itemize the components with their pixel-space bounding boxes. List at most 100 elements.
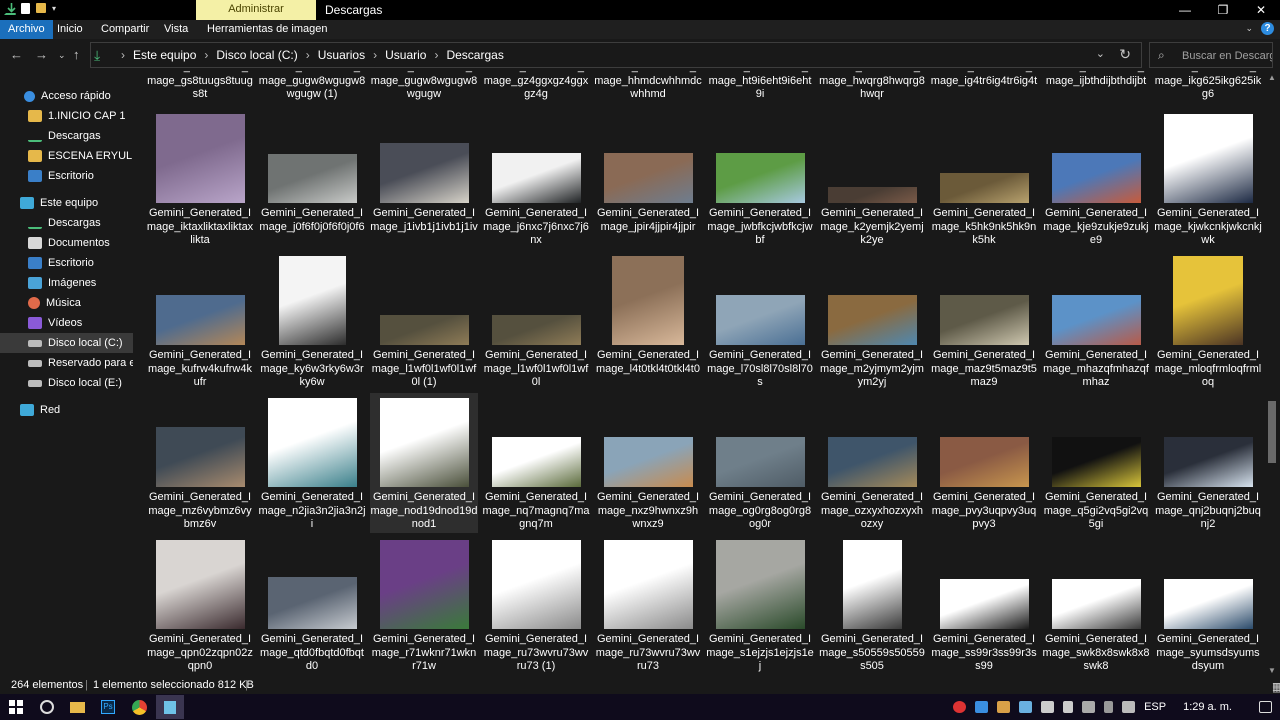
- sidebar-item-disco-c[interactable]: Disco local (C:): [0, 333, 133, 353]
- file-item[interactable]: Gemini_Generated_Image_swk8x8swk8x8swk8: [1042, 535, 1150, 675]
- file-item[interactable]: Gemini_Generated_Image_ss99r3ss99r3ss99: [930, 535, 1038, 675]
- photoshop-icon[interactable]: Ps: [94, 695, 122, 719]
- file-item[interactable]: Gemini_Generated_Image_j6nxc7j6nxc7j6nx: [482, 109, 590, 249]
- tray-cloud-icon[interactable]: [997, 701, 1011, 713]
- search-box[interactable]: ⌕ Buscar en Descarg...: [1149, 42, 1273, 68]
- file-item[interactable]: Gemini_Generated_Image_mhazqfmhazqfmhaz: [1042, 251, 1150, 391]
- chrome-icon[interactable]: [125, 695, 153, 719]
- file-item[interactable]: Gemini_Generated_Image_maz9t5maz9t5maz9: [930, 251, 1038, 391]
- file-item[interactable]: Gemini_Generated_Image_nq7magnq7magnq7m: [482, 393, 590, 533]
- file-item[interactable]: Gemini_Generated_Image_k2yemjk2yemjk2ye: [818, 109, 926, 249]
- tab-inicio[interactable]: Inicio: [49, 20, 91, 39]
- file-item-selected[interactable]: Gemini_Generated_Image_nod19dnod19dnod1: [370, 393, 478, 533]
- download-icon[interactable]: [4, 3, 16, 15]
- file-item[interactable]: Gemini_Generated_Image_jpir4jjpir4jjpir: [594, 109, 702, 249]
- file-item[interactable]: Gemini_Generated_Image_kufrw4kufrw4kufr: [146, 251, 254, 391]
- file-item[interactable]: Gemini_Generated_Image_r71wknr71wknr71w: [370, 535, 478, 675]
- file-item[interactable]: Gemini_Generated_Image_pvy3uqpvy3uqpvy3: [930, 393, 1038, 533]
- file-item[interactable]: Gemini_Generated_Image_qnj2buqnj2buqnj2: [1154, 393, 1262, 533]
- sidebar-item-videos[interactable]: Vídeos: [28, 313, 82, 333]
- sidebar-item-escritorio[interactable]: Escritorio: [28, 253, 94, 273]
- file-item[interactable]: Gemini_Generated_Image_hwqrg8hwqrg8hwqr: [818, 71, 926, 101]
- file-item[interactable]: Gemini_Generated_Image_ru73wvru73wvru73: [594, 535, 702, 675]
- file-item[interactable]: Gemini_Generated_Image_s1ejzjs1ejzjs1ej: [706, 535, 814, 675]
- tray-chevron-icon[interactable]: [1104, 701, 1114, 713]
- file-item[interactable]: Gemini_Generated_Image_ikg625ikg625ikg6: [1154, 71, 1262, 101]
- large-icons-view-icon[interactable]: ▦: [1272, 681, 1280, 694]
- tab-archivo[interactable]: Archivo: [0, 20, 53, 39]
- sidebar-item-imagenes[interactable]: Imágenes: [28, 273, 96, 293]
- sidebar-acceso-rapido[interactable]: Acceso rápido: [0, 86, 133, 106]
- tray-security-icon[interactable]: [1019, 701, 1033, 713]
- file-item[interactable]: Gemini_Generated_Image_hhmdcwhhmdcwhhmd: [594, 71, 702, 101]
- recent-locations-icon[interactable]: ⌄: [58, 50, 66, 61]
- clock[interactable]: 1:29 a. m.: [1183, 701, 1232, 713]
- breadcrumb-usuarios[interactable]: Usuarios: [318, 48, 365, 62]
- active-window-icon[interactable]: [156, 695, 184, 719]
- address-dropdown-icon[interactable]: ⌄: [1096, 47, 1105, 60]
- file-item[interactable]: Gemini_Generated_Image_m2yjmym2yjmym2yj: [818, 251, 926, 391]
- file-item[interactable]: Gemini_Generated_Image_nxz9hwnxz9hwnxz9: [594, 393, 702, 533]
- sidebar-item-escritorio-quick[interactable]: Escritorio: [28, 166, 94, 186]
- scrollbar-thumb[interactable]: [1268, 401, 1276, 463]
- sidebar-item-disco-e[interactable]: Disco local (E:): [28, 373, 122, 393]
- file-item[interactable]: Gemini_Generated_Image_s50559s50559s505: [818, 535, 926, 675]
- file-item[interactable]: Gemini_Generated_Image_q5gi2vq5gi2vq5gi: [1042, 393, 1150, 533]
- file-item[interactable]: Gemini_Generated_Image_ky6w3rky6w3rky6w: [258, 251, 366, 391]
- sidebar-item-descargas[interactable]: Descargas: [28, 213, 101, 233]
- file-item[interactable]: Gemini_Generated_Image_jwbfkcjwbfkcjwbf: [706, 109, 814, 249]
- close-button[interactable]: ✕: [1242, 0, 1280, 20]
- file-item[interactable]: Gemini_Generated_Image_j0f6f0j0f6f0j0f6: [258, 109, 366, 249]
- file-item[interactable]: Gemini_Generated_Image_j1ivb1j1ivb1j1iv: [370, 109, 478, 249]
- input-language[interactable]: ESP: [1144, 701, 1166, 713]
- task-view-icon[interactable]: [33, 695, 61, 719]
- sidebar-item-documentos[interactable]: Documentos: [28, 233, 110, 253]
- file-item[interactable]: Gemini_Generated_Image_syumsdsyumsdsyum: [1154, 535, 1262, 675]
- file-item[interactable]: Gemini_Generated_Image_ijbthdijbthdijbt: [1042, 71, 1150, 101]
- sidebar-item-escena[interactable]: ESCENA ERYULE DIS: [28, 146, 133, 166]
- properties-icon[interactable]: [21, 3, 30, 14]
- breadcrumb-disco-local[interactable]: Disco local (C:): [216, 48, 297, 62]
- sidebar-item-descargas-quick[interactable]: Descargas: [28, 126, 101, 146]
- forward-arrow-icon[interactable]: →: [35, 47, 48, 62]
- sidebar-item-reservado[interactable]: Reservado para el si: [28, 353, 133, 373]
- file-item[interactable]: Gemini_Generated_Image_mz6vybmz6vybmz6v: [146, 393, 254, 533]
- breadcrumb-este-equipo[interactable]: Este equipo: [133, 48, 196, 62]
- scroll-down-icon[interactable]: ▼: [1268, 666, 1276, 675]
- tray-display-icon[interactable]: [1082, 701, 1096, 713]
- customize-qat-icon[interactable]: ▾: [52, 3, 63, 15]
- file-item[interactable]: Gemini_Generated_Image_gs8tuugs8tuugs8t: [146, 71, 254, 101]
- volume-icon[interactable]: [1063, 701, 1074, 713]
- sidebar-item-inicio-cap[interactable]: 1.INICIO CAP 1: [28, 106, 125, 126]
- up-arrow-icon[interactable]: ↑: [73, 47, 80, 62]
- file-item[interactable]: Gemini_Generated_Image_kje9zukje9zukje9: [1042, 109, 1150, 249]
- file-item[interactable]: Gemini_Generated_Image_qpn02zqpn02zqpn0: [146, 535, 254, 675]
- file-item[interactable]: Gemini_Generated_Image_ozxyxhozxyxhozxy: [818, 393, 926, 533]
- file-item[interactable]: Gemini_Generated_Image_l1wf0l1wf0l1wf0l: [482, 251, 590, 391]
- help-icon[interactable]: ?: [1261, 22, 1274, 35]
- notifications-icon[interactable]: [1259, 701, 1272, 713]
- file-explorer-icon[interactable]: [63, 695, 91, 719]
- windows-start-icon[interactable]: [2, 695, 30, 719]
- file-item[interactable]: Gemini_Generated_Image_og0rg8og0rg8og0r: [706, 393, 814, 533]
- address-bar[interactable]: ⤓ › Este equipo › Disco local (C:) › Usuar…: [90, 42, 1142, 68]
- file-item[interactable]: Gemini_Generated_Image_gugw8wgugw8wgugw: [370, 71, 478, 101]
- file-item[interactable]: Gemini_Generated_Image_ht9i6eht9i6eht9i: [706, 71, 814, 101]
- back-arrow-icon[interactable]: ←: [10, 47, 23, 62]
- sidebar-este-equipo[interactable]: Este equipo: [0, 193, 133, 213]
- minimize-button[interactable]: —: [1166, 0, 1204, 20]
- file-item[interactable]: Gemini_Generated_Image_ig4tr6ig4tr6ig4t: [930, 71, 1038, 101]
- breadcrumb-usuario[interactable]: Usuario: [385, 48, 426, 62]
- refresh-icon[interactable]: ↻: [1119, 46, 1131, 63]
- file-item[interactable]: Gemini_Generated_Image_l4t0tkl4t0tkl4t0: [594, 251, 702, 391]
- file-item[interactable]: Gemini_Generated_Image_gz4ggxgz4ggxgz4g: [482, 71, 590, 101]
- breadcrumb-descargas[interactable]: Descargas: [446, 48, 503, 62]
- sidebar-red[interactable]: Red: [0, 400, 133, 420]
- file-item[interactable]: Gemini_Generated_Image_k5hk9nk5hk9nk5hk: [930, 109, 1038, 249]
- tab-compartir[interactable]: Compartir: [93, 20, 157, 39]
- file-item[interactable]: Gemini_Generated_Image_qtd0fbqtd0fbqtd0: [258, 535, 366, 675]
- tray-extra-icon[interactable]: [1122, 701, 1136, 713]
- tab-herramientas-imagen[interactable]: Herramientas de imagen: [199, 20, 335, 39]
- file-item[interactable]: Gemini_Generated_Image_gugw8wgugw8wgugw …: [258, 71, 366, 101]
- file-item[interactable]: Gemini_Generated_Image_l70sl8l70sl8l70s: [706, 251, 814, 391]
